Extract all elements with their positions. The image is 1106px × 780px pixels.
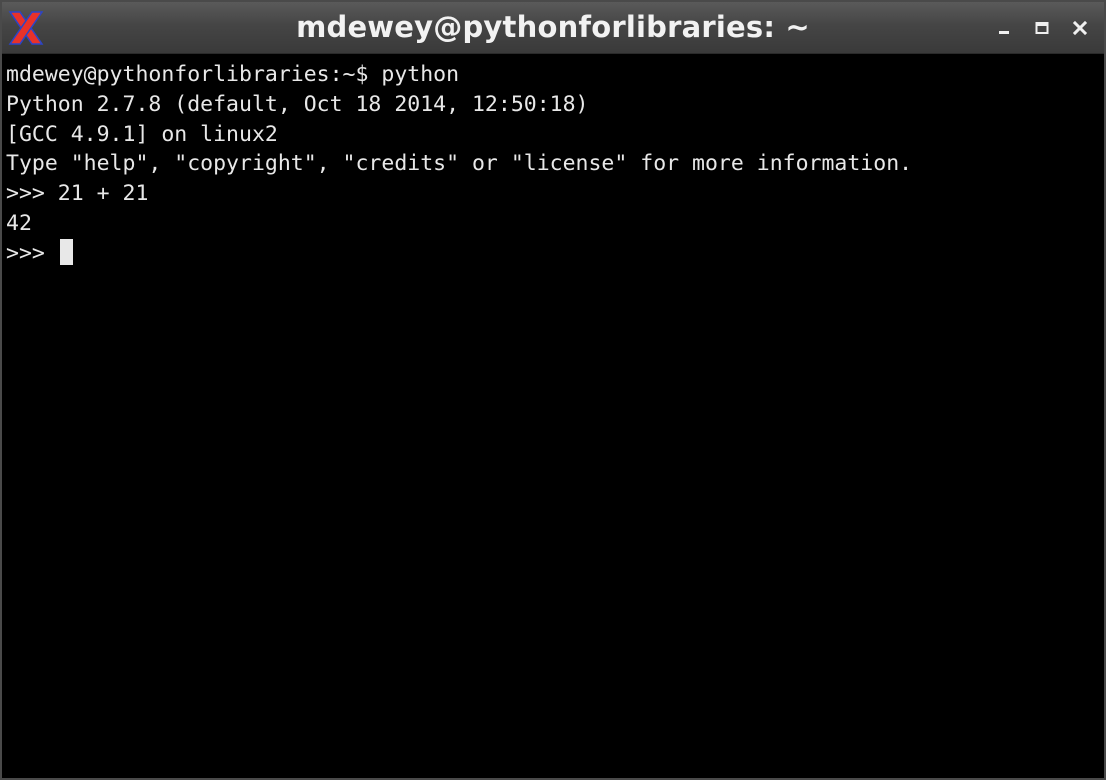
maximize-icon [1035, 22, 1049, 34]
terminal-line: Type "help", "copyright", "credits" or "… [6, 151, 913, 177]
close-icon [1072, 20, 1088, 36]
terminal-output[interactable]: mdewey@pythonforlibraries:~$ python Pyth… [2, 54, 1104, 778]
maximize-button[interactable] [1026, 12, 1058, 44]
terminal-line: mdewey@pythonforlibraries:~$ python [6, 62, 460, 87]
title-bar[interactable]: mdewey@pythonforlibraries: ~ [2, 2, 1104, 54]
terminal-line: [GCC 4.9.1] on linux2 [6, 121, 278, 147]
text-cursor [59, 238, 73, 265]
terminal-line: >>> 21 + 21 [6, 181, 149, 207]
terminal-line: Python 2.7.8 (default, Oct 18 2014, 12:5… [6, 91, 589, 117]
window-title: mdewey@pythonforlibraries: ~ [296, 10, 810, 44]
terminal-prompt-line[interactable]: >>> [6, 238, 1104, 269]
terminal-line: 42 [6, 210, 32, 236]
python-prompt: >>> [6, 240, 58, 266]
minimize-button[interactable] [988, 12, 1020, 44]
minimize-icon [999, 31, 1009, 34]
window-controls [982, 12, 1096, 44]
close-button[interactable] [1064, 12, 1096, 44]
terminal-window: mdewey@pythonforlibraries: ~ mdewey@pyth… [0, 0, 1106, 780]
